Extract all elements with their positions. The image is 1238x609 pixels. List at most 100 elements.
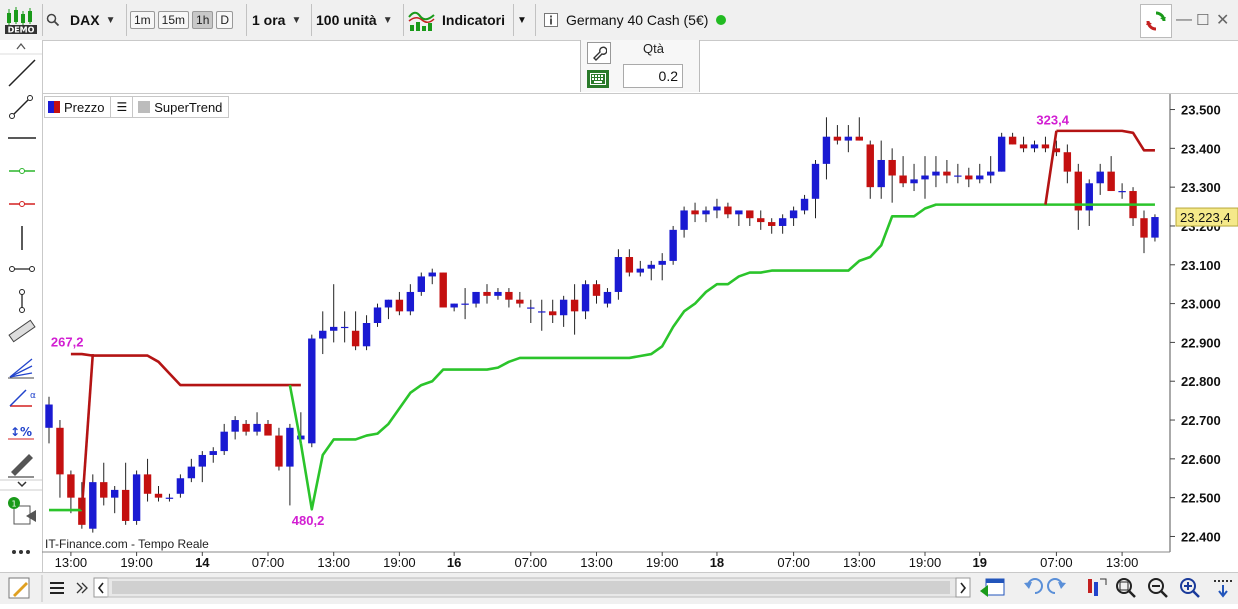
- legend-supertrend-label[interactable]: SuperTrend: [154, 100, 228, 115]
- zoom-out-icon[interactable]: [1148, 578, 1168, 598]
- data-source-label: IT-Finance.com - Tempo Reale: [45, 537, 209, 551]
- supertrend-down-line: [1056, 129, 1155, 152]
- candle-body: [351, 330, 360, 347]
- y-tick-label: 22.600: [1181, 452, 1221, 467]
- y-tick-label: 22.900: [1181, 335, 1221, 350]
- candle-body: [67, 474, 75, 498]
- candle-body: [406, 291, 415, 312]
- supertrend-color-swatch: [138, 101, 151, 113]
- auto-scale-icon[interactable]: [1088, 578, 1107, 596]
- x-tick-label: 07:00: [515, 555, 548, 570]
- candle-body: [187, 466, 196, 479]
- x-tick-label: 13:00: [317, 555, 350, 570]
- candle-body: [373, 307, 382, 323]
- double-chevron-right-icon[interactable]: [76, 582, 88, 594]
- pencil-edit-icon[interactable]: [8, 577, 30, 599]
- x-tick-label: 19: [973, 555, 987, 570]
- candle-body: [746, 210, 754, 219]
- candle-body: [1151, 217, 1159, 238]
- candle-body: [724, 206, 732, 215]
- candle-body: [165, 497, 174, 499]
- legend-price-label[interactable]: Prezzo: [64, 100, 110, 115]
- x-tick-label: 07:00: [252, 555, 285, 570]
- list-icon[interactable]: ☰: [116, 100, 127, 114]
- candle-body: [527, 307, 535, 309]
- candle-body: [888, 159, 896, 176]
- candle-body: [1041, 144, 1050, 149]
- candle-body: [713, 206, 721, 211]
- candle-body: [822, 136, 831, 164]
- candle-body: [505, 291, 513, 300]
- menu-icon[interactable]: [50, 582, 64, 594]
- candle-body: [340, 326, 349, 329]
- supertrend-down-line: [70, 352, 301, 387]
- candle-body: [89, 482, 97, 529]
- calendar-go-to-date-icon[interactable]: [980, 578, 1005, 597]
- candle-body: [625, 257, 634, 273]
- x-tick-label: 13:00: [843, 555, 876, 570]
- candle-body: [111, 489, 119, 498]
- zoom-in-icon[interactable]: [1180, 578, 1200, 598]
- candle-body: [976, 175, 984, 180]
- candle-body: [428, 272, 436, 277]
- x-tick-label: 13:00: [1106, 555, 1139, 570]
- candle-body: [275, 435, 283, 467]
- candle-body: [691, 210, 699, 215]
- candle-body: [559, 299, 568, 316]
- undo-icon[interactable]: [1024, 578, 1043, 594]
- x-tick-label: 07:00: [1040, 555, 1073, 570]
- candle-body: [592, 284, 601, 296]
- candle-body: [538, 311, 546, 313]
- x-tick-label: 14: [195, 555, 210, 570]
- x-tick-label: 13:00: [580, 555, 613, 570]
- candle-body: [997, 136, 1006, 172]
- y-tick-label: 23.500: [1181, 103, 1221, 118]
- candle-body: [866, 144, 874, 188]
- scroll-right-button[interactable]: [955, 577, 971, 598]
- candle-body: [614, 257, 623, 292]
- candle-body: [603, 291, 612, 304]
- candle-body: [811, 163, 820, 199]
- candle-body: [1008, 136, 1017, 145]
- candle-body: [855, 136, 863, 141]
- candle-body: [800, 198, 809, 211]
- scroll-left-button[interactable]: [93, 577, 109, 598]
- x-tick-label: 19:00: [383, 555, 416, 570]
- candle-body: [757, 218, 765, 223]
- y-tick-label: 23.300: [1181, 180, 1221, 195]
- supertrend-value-label: 267,2: [51, 334, 84, 349]
- candle-body: [439, 272, 447, 308]
- candle-body: [987, 171, 995, 176]
- candle-body: [965, 175, 973, 180]
- candle-body: [680, 210, 688, 230]
- zoom-reset-icon[interactable]: [1116, 578, 1136, 598]
- redo-icon[interactable]: [1047, 578, 1066, 594]
- candle-body: [1118, 191, 1126, 193]
- candle-body: [45, 404, 53, 428]
- candle-body: [242, 423, 250, 432]
- candle-body: [253, 423, 261, 432]
- current-price-label: 23.223,4: [1180, 210, 1231, 225]
- supertrend-value-label: 323,4: [1036, 112, 1069, 127]
- y-tick-label: 23.000: [1181, 297, 1221, 312]
- x-tick-label: 19:00: [909, 555, 942, 570]
- candle-body: [286, 427, 294, 467]
- candle-body: [319, 330, 327, 339]
- x-tick-label: 13:00: [55, 555, 88, 570]
- chart-settings-icon[interactable]: [1214, 580, 1232, 598]
- candle-body: [954, 175, 962, 177]
- y-tick-label: 23.400: [1181, 141, 1221, 156]
- candle-body: [176, 478, 185, 494]
- horizontal-scrollbar[interactable]: [107, 577, 957, 598]
- price-color-swatch: [48, 101, 60, 113]
- candle-body: [549, 311, 557, 316]
- candle-body: [932, 171, 940, 176]
- candle-body: [154, 493, 163, 498]
- candle-body: [132, 474, 141, 521]
- y-tick-label: 23.100: [1181, 258, 1221, 273]
- price-chart[interactable]: 23.50023.40023.30023.20023.10023.00022.9…: [0, 0, 1238, 572]
- candle-body: [483, 291, 491, 296]
- candle-body: [1063, 152, 1072, 172]
- candle-body: [1030, 144, 1039, 149]
- candle-body: [121, 489, 130, 521]
